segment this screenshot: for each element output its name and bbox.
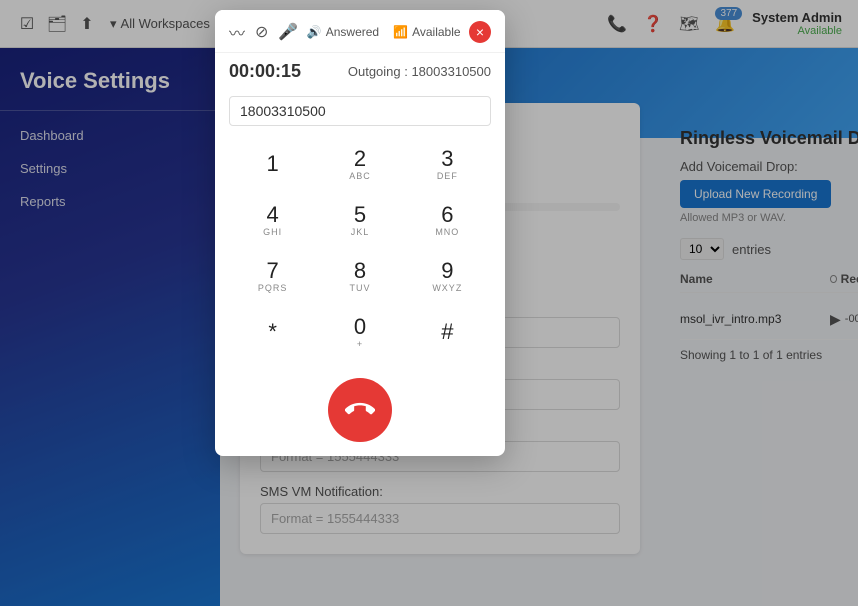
key-8[interactable]: 8 TUV — [324, 250, 396, 302]
key-4-letters: GHI — [263, 227, 282, 237]
key-1[interactable]: 1 — [237, 138, 309, 190]
volume-status-icon: 🔊 — [307, 25, 322, 39]
keypad-row-1: 1 2 ABC 3 DEF — [229, 138, 491, 190]
end-call-row — [215, 372, 505, 456]
key-9-digit: 9 — [441, 259, 453, 283]
signal-icon: 📶 — [393, 25, 408, 39]
mic-icon[interactable]: 🎤 — [278, 22, 298, 42]
status-available: 📶 Available — [393, 25, 460, 39]
dialer-header: 〰 ⊘ 🎤 🔊 Answered 📶 Available × — [215, 10, 505, 53]
available-label: Available — [412, 25, 460, 39]
dialer-input-wrap — [215, 90, 505, 132]
call-timer: 00:00:15 — [229, 61, 301, 82]
key-2-letters: ABC — [349, 171, 371, 181]
key-hash[interactable]: # — [411, 306, 483, 358]
key-4-digit: 4 — [267, 203, 279, 227]
keypad-row-3: 7 PQRS 8 TUV 9 WXYZ — [229, 250, 491, 302]
key-6-letters: MNO — [435, 227, 459, 237]
key-3[interactable]: 3 DEF — [411, 138, 483, 190]
key-2-digit: 2 — [354, 147, 366, 171]
dialer-status: 🔊 Answered 📶 Available — [307, 25, 461, 39]
keypad-row-4: * 0 + # — [229, 306, 491, 358]
dialer-header-icons: 〰 ⊘ 🎤 — [229, 20, 298, 44]
key-7[interactable]: 7 PQRS — [237, 250, 309, 302]
call-direction: Outgoing : 18003310500 — [348, 64, 491, 79]
key-3-digit: 3 — [441, 147, 453, 171]
call-info: 00:00:15 Outgoing : 18003310500 — [215, 53, 505, 90]
key-0-digit: 0 — [354, 315, 366, 339]
mic-off-icon[interactable]: ⊘ — [255, 22, 268, 42]
key-6[interactable]: 6 MNO — [411, 194, 483, 246]
key-7-letters: PQRS — [258, 283, 288, 293]
key-3-letters: DEF — [437, 171, 458, 181]
keypad-row-2: 4 GHI 5 JKL 6 MNO — [229, 194, 491, 246]
close-dialer-btn[interactable]: × — [469, 21, 491, 43]
keypad: 1 2 ABC 3 DEF 4 GHI 5 JKL 6 MNO — [215, 132, 505, 372]
dialer-modal: 〰 ⊘ 🎤 🔊 Answered 📶 Available × 00:00:15 … — [215, 10, 505, 456]
key-1-digit: 1 — [267, 152, 279, 176]
status-answered: 🔊 Answered — [307, 25, 379, 39]
answered-label: Answered — [326, 25, 379, 39]
key-4[interactable]: 4 GHI — [237, 194, 309, 246]
key-star[interactable]: * — [237, 306, 309, 358]
key-6-digit: 6 — [441, 203, 453, 227]
key-5[interactable]: 5 JKL — [324, 194, 396, 246]
dialer-input[interactable] — [229, 96, 491, 126]
key-hash-digit: # — [441, 320, 453, 344]
key-0-letters: + — [357, 339, 363, 349]
key-9[interactable]: 9 WXYZ — [411, 250, 483, 302]
key-2[interactable]: 2 ABC — [324, 138, 396, 190]
key-5-digit: 5 — [354, 203, 366, 227]
key-7-digit: 7 — [267, 259, 279, 283]
key-9-letters: WXYZ — [432, 283, 462, 293]
key-8-letters: TUV — [349, 283, 370, 293]
key-star-digit: * — [268, 320, 277, 344]
end-call-btn[interactable] — [328, 378, 392, 442]
key-5-letters: JKL — [351, 227, 370, 237]
wave-icon: 〰 — [229, 20, 245, 44]
key-8-digit: 8 — [354, 259, 366, 283]
end-call-icon — [345, 395, 375, 425]
key-0[interactable]: 0 + — [324, 306, 396, 358]
